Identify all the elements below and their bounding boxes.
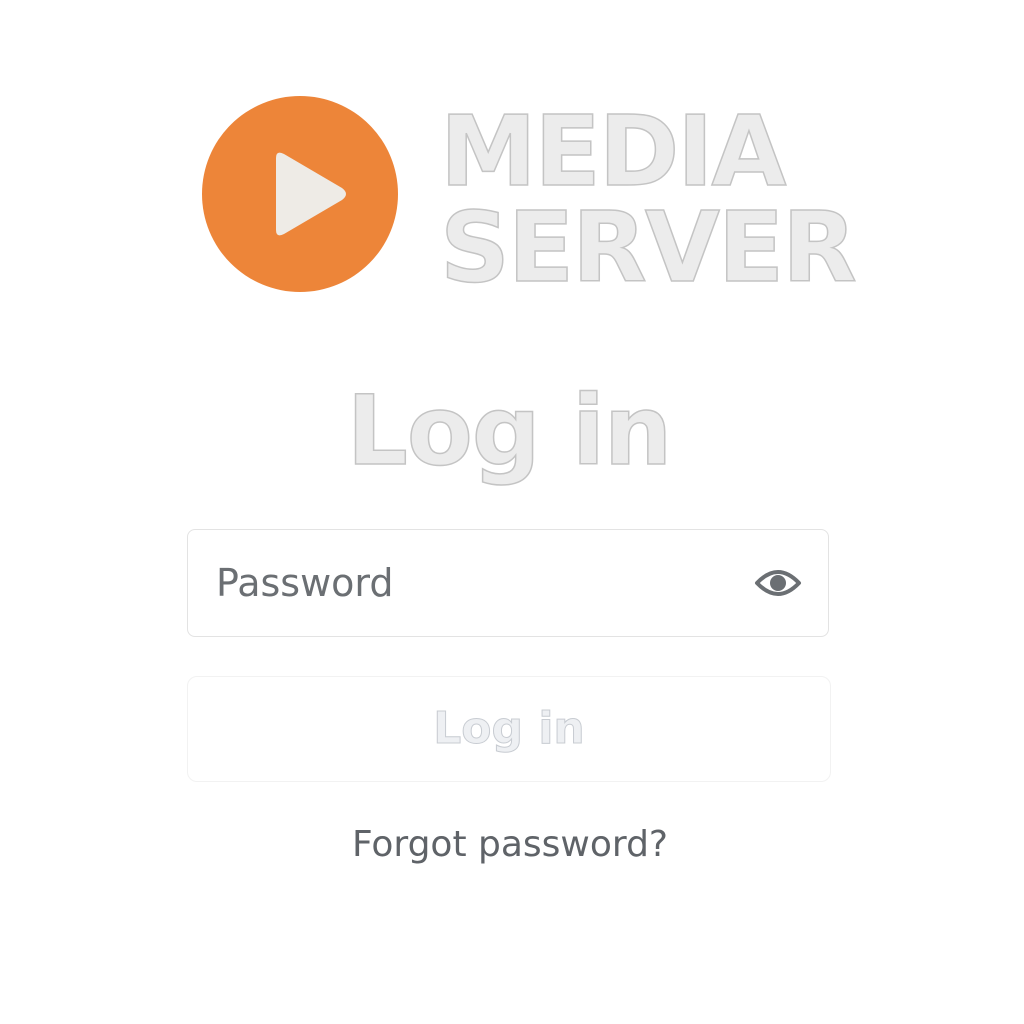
brand-name-line2: SERVER (439, 191, 857, 304)
brand-name: MEDIA SERVER (439, 95, 857, 304)
forgot-password-link[interactable]: Forgot password? (0, 822, 1020, 868)
brand-name-line1: MEDIA (439, 95, 787, 208)
eye-icon[interactable] (754, 563, 802, 603)
password-input[interactable] (216, 530, 736, 635)
password-field (187, 529, 829, 637)
login-button[interactable]: Log in (187, 676, 831, 782)
login-page: MEDIA SERVER Log in Log in Forgot passwo… (0, 0, 1024, 1024)
page-title: Log in (346, 375, 673, 487)
play-icon (276, 152, 346, 236)
